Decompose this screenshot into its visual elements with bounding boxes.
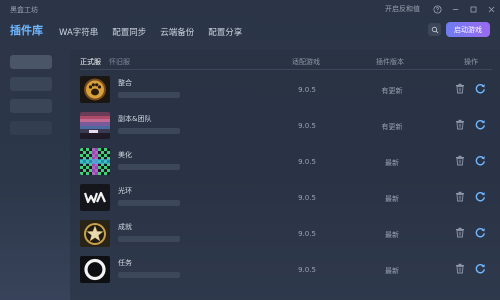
trash-icon[interactable] <box>455 155 465 166</box>
compat-version: 9.0.5 <box>298 158 316 166</box>
trash-icon[interactable] <box>455 119 465 130</box>
close-icon[interactable] <box>482 0 500 18</box>
column-header-ops: 操作 <box>464 58 478 66</box>
wa-logo-icon <box>80 184 110 211</box>
compat-version: 9.0.5 <box>298 122 316 130</box>
main-nav: 插件库 WA字符串 配置同步 云端备份 配置分享 <box>10 22 256 38</box>
help-icon[interactable] <box>428 0 446 18</box>
launch-game-button[interactable]: 启动游戏 <box>446 22 490 37</box>
refresh-icon[interactable] <box>475 227 486 238</box>
column-header-plugin-version: 插件版本 <box>376 58 404 66</box>
search-icon <box>431 26 438 33</box>
plugin-name: 副本&团队 <box>118 115 152 123</box>
sidebar-item[interactable] <box>10 77 52 91</box>
server-tabs: 正式服 怀旧服 <box>80 57 138 67</box>
sidebar <box>10 55 54 143</box>
trash-icon[interactable] <box>455 227 465 238</box>
sidebar-item[interactable] <box>10 55 52 69</box>
compat-version: 9.0.5 <box>298 194 316 202</box>
update-status: 最新 <box>385 267 399 275</box>
checker-icon <box>80 148 110 175</box>
app-title: 黑盒工坊 <box>10 6 38 14</box>
title-bar-controls: 开启反和值 <box>385 0 500 18</box>
refresh-icon[interactable] <box>475 263 486 274</box>
refresh-icon[interactable] <box>475 155 486 166</box>
plugin-description-placeholder <box>118 128 180 134</box>
compat-version: 9.0.5 <box>298 266 316 274</box>
table-row: 整合 9.0.5 有更新 <box>70 70 500 106</box>
nav-wa-strings[interactable]: WA字符串 <box>59 26 98 38</box>
table-row: 成就 9.0.5 最新 <box>70 214 500 250</box>
gradient-stripes-icon <box>80 112 110 139</box>
nav-cloud-backup[interactable]: 云端备份 <box>160 26 194 38</box>
plugin-description-placeholder <box>118 236 180 242</box>
table-row: 光环 9.0.5 最新 <box>70 178 500 214</box>
update-status: 最新 <box>385 159 399 167</box>
table-row: 副本&团队 9.0.5 有更新 <box>70 106 500 142</box>
plugin-description-placeholder <box>118 200 180 206</box>
update-status: 有更新 <box>381 87 403 95</box>
plugin-description-placeholder <box>118 272 180 278</box>
refresh-icon[interactable] <box>475 119 486 130</box>
feedback-link[interactable]: 开启反和值 <box>385 4 420 14</box>
update-status: 有更新 <box>381 123 403 131</box>
nav-config-sync[interactable]: 配置同步 <box>112 26 146 38</box>
table-row: 美化 9.0.5 最新 <box>70 142 500 178</box>
plugin-description-placeholder <box>118 164 180 170</box>
refresh-icon[interactable] <box>475 191 486 202</box>
plugin-name: 光环 <box>118 187 132 195</box>
minimize-icon[interactable] <box>446 0 464 18</box>
refresh-icon[interactable] <box>475 83 486 94</box>
trash-icon[interactable] <box>455 83 465 94</box>
title-bar: 黑盒工坊 开启反和值 <box>0 0 500 18</box>
table-row: 任务 9.0.5 最新 <box>70 250 500 286</box>
tab-retail[interactable]: 正式服 <box>80 57 101 67</box>
column-header-compat: 适配游戏 <box>292 58 320 66</box>
update-status: 最新 <box>385 231 399 239</box>
update-status: 最新 <box>385 195 399 203</box>
plugin-panel: 正式服 怀旧服 适配游戏 插件版本 操作 整合 9.0.5 有更新 副本&团队 … <box>70 50 500 300</box>
nav-plugin-library[interactable]: 插件库 <box>10 22 43 38</box>
compat-version: 9.0.5 <box>298 230 316 238</box>
plugin-name: 美化 <box>118 151 132 159</box>
sidebar-item[interactable] <box>10 99 52 113</box>
star-badge-icon <box>80 220 110 247</box>
trash-icon[interactable] <box>455 191 465 202</box>
tab-classic[interactable]: 怀旧服 <box>109 57 130 67</box>
plugin-name: 成就 <box>118 223 132 231</box>
trash-icon[interactable] <box>455 263 465 274</box>
nav-config-share[interactable]: 配置分享 <box>208 26 242 38</box>
sidebar-item[interactable] <box>10 121 52 135</box>
search-button[interactable] <box>428 23 441 36</box>
plugin-description-placeholder <box>118 92 180 98</box>
ring-icon <box>80 256 110 283</box>
maximize-icon[interactable] <box>464 0 482 18</box>
paw-badge-icon <box>80 76 110 103</box>
plugin-name: 整合 <box>118 79 132 87</box>
plugin-name: 任务 <box>118 259 132 267</box>
compat-version: 9.0.5 <box>298 86 316 94</box>
